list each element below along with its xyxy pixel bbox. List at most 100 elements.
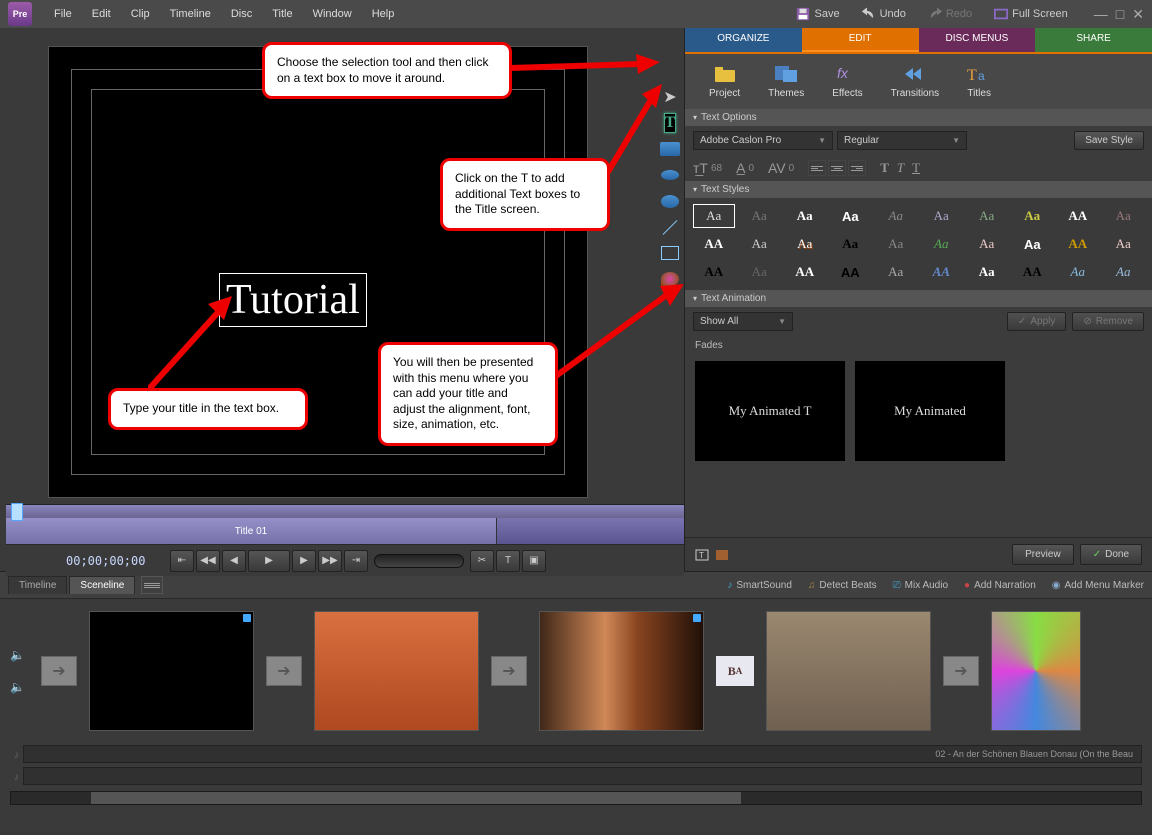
clip-title01[interactable]: Title 01 xyxy=(6,518,496,544)
style-swatch[interactable]: Aa xyxy=(693,204,735,228)
scene-thumb-5[interactable] xyxy=(991,611,1081,731)
frame-fwd-button[interactable]: ▶ xyxy=(292,550,316,572)
style-swatch[interactable]: Aa xyxy=(1012,232,1054,256)
timecode[interactable]: 00;00;00;00 xyxy=(14,554,168,568)
style-swatch[interactable]: Aa xyxy=(830,232,872,256)
preview-button[interactable]: Preview xyxy=(1012,544,1074,565)
menu-timeline[interactable]: Timeline xyxy=(160,4,221,24)
undo-button[interactable]: Undo xyxy=(854,4,914,24)
italic-button[interactable]: T xyxy=(897,160,904,176)
style-swatch[interactable]: Aa xyxy=(1103,260,1145,284)
animation-preview-1[interactable]: My Animated T xyxy=(695,361,845,461)
speaker-icon[interactable]: 🔈 xyxy=(10,648,25,662)
style-swatch[interactable]: AA xyxy=(1012,260,1054,284)
style-swatch[interactable]: Aa xyxy=(875,204,917,228)
freeze-frame-button[interactable]: ▣ xyxy=(522,550,546,572)
menu-window[interactable]: Window xyxy=(303,4,362,24)
style-swatch[interactable]: Aa xyxy=(784,204,826,228)
menu-clip[interactable]: Clip xyxy=(121,4,160,24)
style-swatch[interactable]: Aa xyxy=(1103,232,1145,256)
transition-applied[interactable]: BA xyxy=(716,656,754,686)
panel-options-button[interactable] xyxy=(141,576,163,594)
remove-animation-button[interactable]: ⊘Remove xyxy=(1072,312,1144,331)
align-right[interactable] xyxy=(848,160,866,176)
transition-slot[interactable]: ➔ xyxy=(491,656,527,686)
fit-tool[interactable] xyxy=(659,242,681,264)
style-swatch[interactable]: AA xyxy=(921,260,963,284)
align-center[interactable] xyxy=(828,160,846,176)
style-swatch[interactable]: Aa xyxy=(875,232,917,256)
style-swatch[interactable]: Aa xyxy=(875,260,917,284)
step-fwd-button[interactable]: ▶▶ xyxy=(318,550,342,572)
save-button[interactable]: Save xyxy=(788,4,847,24)
style-swatch[interactable]: Aa xyxy=(921,204,963,228)
soundtrack[interactable] xyxy=(23,767,1142,785)
transitions-button[interactable]: Transitions xyxy=(891,64,940,99)
menu-disc[interactable]: Disc xyxy=(221,4,262,24)
split-clip-button[interactable]: ✂ xyxy=(470,550,494,572)
underline-button[interactable]: T xyxy=(912,160,920,176)
style-swatch[interactable]: Aa xyxy=(784,232,826,256)
sceneline-tab[interactable]: Sceneline xyxy=(69,576,135,594)
narration-track[interactable]: 02 - An der Schönen Blauen Donau (On the… xyxy=(23,745,1142,763)
tab-disc-menus[interactable]: DISC MENUS xyxy=(919,28,1036,52)
animation-preview-2[interactable]: My Animated xyxy=(855,361,1005,461)
tab-organize[interactable]: ORGANIZE xyxy=(685,28,802,52)
tab-edit[interactable]: EDIT xyxy=(802,28,919,52)
frame-back-button[interactable]: ◀ xyxy=(222,550,246,572)
text-animation-header[interactable]: Text Animation xyxy=(685,290,1152,307)
animation-filter-dropdown[interactable]: Show All▼ xyxy=(693,312,793,331)
menu-file[interactable]: File xyxy=(44,4,82,24)
timeline-tab[interactable]: Timeline xyxy=(8,576,67,594)
horizontal-scrollbar[interactable] xyxy=(10,791,1142,805)
title-text-box[interactable]: Tutorial xyxy=(219,273,367,327)
shuttle-slider[interactable] xyxy=(374,554,464,568)
scroll-thumb[interactable] xyxy=(91,792,741,804)
scene-thumb-4[interactable] xyxy=(766,611,931,731)
font-family-dropdown[interactable]: Adobe Caslon Pro▼ xyxy=(693,131,833,150)
style-swatch[interactable]: Aa xyxy=(966,232,1008,256)
kerning-field[interactable]: A̲0 xyxy=(736,160,754,176)
add-narration-button[interactable]: ●Add Narration xyxy=(964,580,1036,591)
style-swatch[interactable]: AA xyxy=(1057,204,1099,228)
style-swatch[interactable]: Aa xyxy=(1012,204,1054,228)
transition-slot[interactable]: ➔ xyxy=(266,656,302,686)
font-size-field[interactable]: т̲T68 xyxy=(693,160,722,176)
scene-thumb-2[interactable] xyxy=(314,611,479,731)
close-button[interactable]: ✕ xyxy=(1132,6,1144,23)
align-left[interactable] xyxy=(808,160,826,176)
rounded-rect-tool[interactable] xyxy=(659,190,681,212)
style-swatch[interactable]: AA xyxy=(693,232,735,256)
titles-button[interactable]: TaTitles xyxy=(967,64,991,99)
project-button[interactable]: Project xyxy=(709,64,740,99)
style-swatch[interactable]: AA xyxy=(784,260,826,284)
fullscreen-button[interactable]: Full Screen xyxy=(986,4,1076,24)
smartsound-button[interactable]: ♪SmartSound xyxy=(727,580,792,591)
style-swatch[interactable]: Aa xyxy=(739,260,781,284)
text-styles-header[interactable]: Text Styles xyxy=(685,181,1152,198)
style-swatch[interactable]: AA xyxy=(830,260,872,284)
speaker-icon[interactable]: 🔈 xyxy=(10,680,25,694)
minimize-button[interactable]: — xyxy=(1094,6,1108,23)
bold-button[interactable]: T xyxy=(880,160,889,176)
scene-thumb-1[interactable] xyxy=(89,611,254,731)
effects-button[interactable]: fxEffects xyxy=(832,64,862,99)
themes-button[interactable]: Themes xyxy=(768,64,804,99)
style-swatch[interactable]: Aa xyxy=(921,232,963,256)
text-options-header[interactable]: Text Options xyxy=(685,109,1152,126)
style-swatch[interactable]: Aa xyxy=(739,232,781,256)
detect-beats-button[interactable]: ♫Detect Beats xyxy=(808,580,877,591)
style-swatch[interactable]: Aa xyxy=(739,204,781,228)
add-text-button[interactable]: T xyxy=(496,550,520,572)
goto-in-button[interactable]: ⇤ xyxy=(170,550,194,572)
style-swatch[interactable]: Aa xyxy=(1057,260,1099,284)
style-swatch[interactable]: Aa xyxy=(966,260,1008,284)
new-title-icon[interactable]: T xyxy=(695,548,709,562)
font-weight-dropdown[interactable]: Regular▼ xyxy=(837,131,967,150)
scene-thumb-3[interactable] xyxy=(539,611,704,731)
mini-timeline-ruler[interactable] xyxy=(6,504,684,518)
menu-title[interactable]: Title xyxy=(262,4,302,24)
step-back-button[interactable]: ◀◀ xyxy=(196,550,220,572)
save-style-button[interactable]: Save Style xyxy=(1074,131,1144,150)
transition-slot[interactable]: ➔ xyxy=(943,656,979,686)
